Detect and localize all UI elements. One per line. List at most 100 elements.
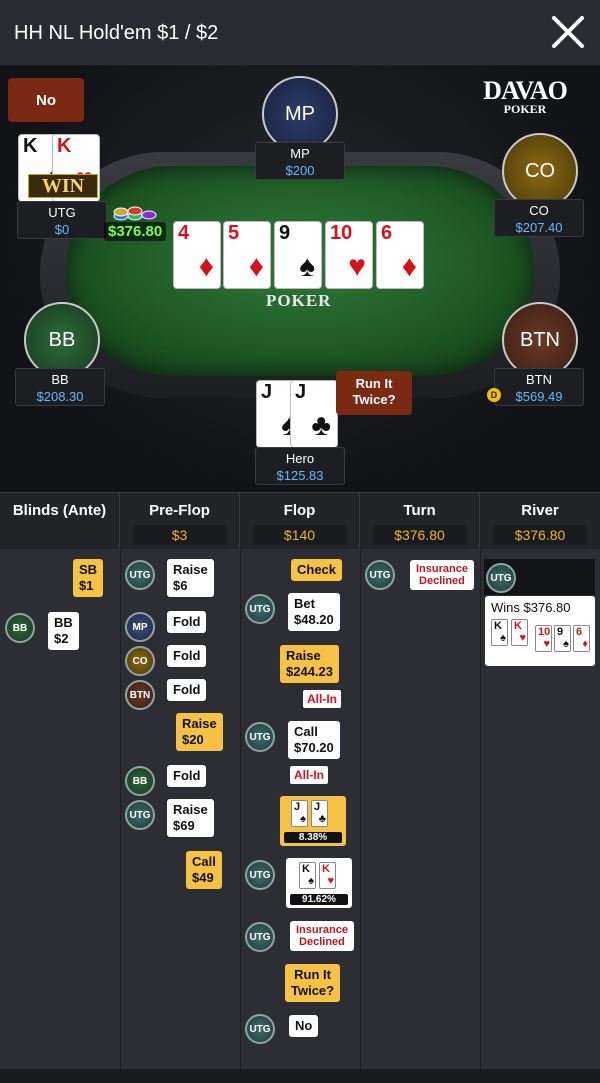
position-btn-icon: BTN <box>125 680 155 710</box>
card-suit: ♦ <box>198 250 214 283</box>
seat-abbr: BB <box>48 328 76 351</box>
win-tag: WIN <box>28 174 98 198</box>
street-pot: $376.80 <box>373 525 466 545</box>
wins-text: Wins $376.80 <box>491 600 571 615</box>
seat-abbr: MP <box>285 102 315 125</box>
board-card-5: 6 ♦ <box>376 221 424 289</box>
card-rank: K <box>57 135 72 157</box>
seat-stack: $569.49 <box>515 389 563 404</box>
position-bb-icon: BB <box>5 613 35 643</box>
seat-mp-avatar[interactable]: MP <box>262 76 338 152</box>
hero-equity-box: J ♠ J ♣ 8.38% <box>280 796 346 846</box>
seat-co-avatar[interactable]: CO <box>502 133 578 209</box>
column-divider <box>120 549 121 1069</box>
seat-stack: $208.30 <box>36 389 84 404</box>
insurance-declined: Insurance Declined <box>410 560 474 590</box>
board-card-3: 9 ♠ <box>274 221 322 289</box>
seat-co[interactable]: CO $207.40 <box>494 199 584 237</box>
utg-bubble-no: No <box>8 78 84 122</box>
card-rank: K <box>302 863 310 875</box>
seat-bb-avatar[interactable]: BB <box>24 302 100 378</box>
hero-card-2: J ♣ <box>290 380 338 448</box>
seat-name: MP <box>290 146 310 161</box>
brand-logo: DAVAO POKER <box>480 76 570 117</box>
card-suit: ♦ <box>248 250 264 283</box>
seat-btn[interactable]: BTN $569.49 <box>494 368 584 406</box>
action-call: Call $70.20 <box>288 721 340 759</box>
equity-value: 91.62% <box>290 894 348 905</box>
mini-card: 10 ♥ <box>535 625 552 652</box>
action-fold: Fold <box>167 611 207 633</box>
street-pot: $3 <box>133 525 226 545</box>
position-utg-icon: UTG <box>486 563 516 593</box>
card-rank: 6 <box>381 222 393 244</box>
position-utg-icon: UTG <box>125 800 155 830</box>
card-suit: ♦ <box>401 250 417 283</box>
card-rank: 9 <box>279 222 291 244</box>
card-rank: 10 <box>330 222 353 244</box>
seat-hero[interactable]: Hero $125.83 <box>255 447 345 485</box>
street-label: Pre-Flop <box>149 502 210 519</box>
allin-badge: All-In <box>290 766 328 784</box>
seat-name: BB <box>51 372 69 387</box>
street-preflop: Pre-Flop $3 <box>120 493 240 550</box>
card-rank: K <box>514 620 522 632</box>
position-utg-icon: UTG <box>245 1014 275 1044</box>
action-run-it-twice: Run It Twice? <box>285 964 341 1002</box>
board-card-1: 4 ♦ <box>173 221 221 289</box>
mini-card: K ♥ <box>319 862 336 889</box>
seat-btn-avatar[interactable]: BTN <box>502 302 578 378</box>
mini-card: J ♠ <box>291 800 308 827</box>
action-raise: Raise $244.23 <box>280 645 339 683</box>
seat-name: Hero <box>285 451 315 466</box>
seat-name: CO <box>529 203 549 218</box>
position-utg-icon: UTG <box>125 560 155 590</box>
street-label: River <box>521 502 559 519</box>
seat-utg[interactable]: UTG $0 <box>17 201 107 239</box>
mini-card: K ♥ <box>511 619 528 646</box>
action-sb: SB $1 <box>73 559 104 597</box>
card-rank: K <box>322 863 330 875</box>
action-call: Call $49 <box>186 851 222 889</box>
mini-card: J ♣ <box>311 800 328 827</box>
card-suit: ♠ <box>500 632 506 644</box>
position-utg-icon: UTG <box>245 860 275 890</box>
position-utg-icon: UTG <box>365 560 395 590</box>
board-card-2: 5 ♦ <box>223 221 271 289</box>
table-title: HH NL Hold'em $1 / $2 <box>14 22 219 44</box>
street-river: River $376.80 <box>480 493 600 550</box>
card-rank: K <box>23 135 38 157</box>
position-co-icon: CO <box>125 646 155 676</box>
card-rank: 4 <box>178 222 190 244</box>
close-icon[interactable] <box>550 14 586 50</box>
card-suit: ♦ <box>582 638 588 650</box>
street-pot: $376.80 <box>494 525 586 545</box>
card-suit: ♣ <box>311 409 331 442</box>
card-suit: ♥ <box>519 632 526 644</box>
street-turn: Turn $376.80 <box>360 493 480 550</box>
allin-badge: All-In <box>303 690 341 708</box>
card-suit: ♥ <box>543 638 550 650</box>
seat-mp[interactable]: MP $200 <box>255 142 345 180</box>
pot-amount: $376.80 <box>104 222 167 241</box>
seat-bb[interactable]: BB $208.30 <box>15 368 105 406</box>
utg-equity-box: K ♠ K ♥ 91.62% <box>286 858 352 908</box>
action-fold: Fold <box>167 679 207 701</box>
dealer-button-icon: D <box>487 388 501 402</box>
street-flop: Flop $140 <box>240 493 360 550</box>
card-suit: ♠ <box>563 638 569 650</box>
card-rank: J <box>294 801 301 813</box>
position-utg-icon: UTG <box>245 922 275 952</box>
chip-stack-icon <box>113 206 157 221</box>
insurance-declined: Insurance Declined <box>290 921 354 951</box>
action-log[interactable]: SB $1 BB BB $2 UTG Raise $6 MP Fold CO F… <box>0 549 600 1069</box>
card-rank: J <box>314 801 321 813</box>
seat-stack: $125.83 <box>276 468 324 483</box>
mini-card: K ♠ <box>299 862 316 889</box>
seat-name: UTG <box>48 205 76 220</box>
column-divider <box>360 549 361 1069</box>
card-rank: 5 <box>228 222 240 244</box>
street-label: Flop <box>283 502 316 519</box>
footer-bar <box>0 1069 600 1083</box>
action-bb: BB $2 <box>48 612 79 650</box>
